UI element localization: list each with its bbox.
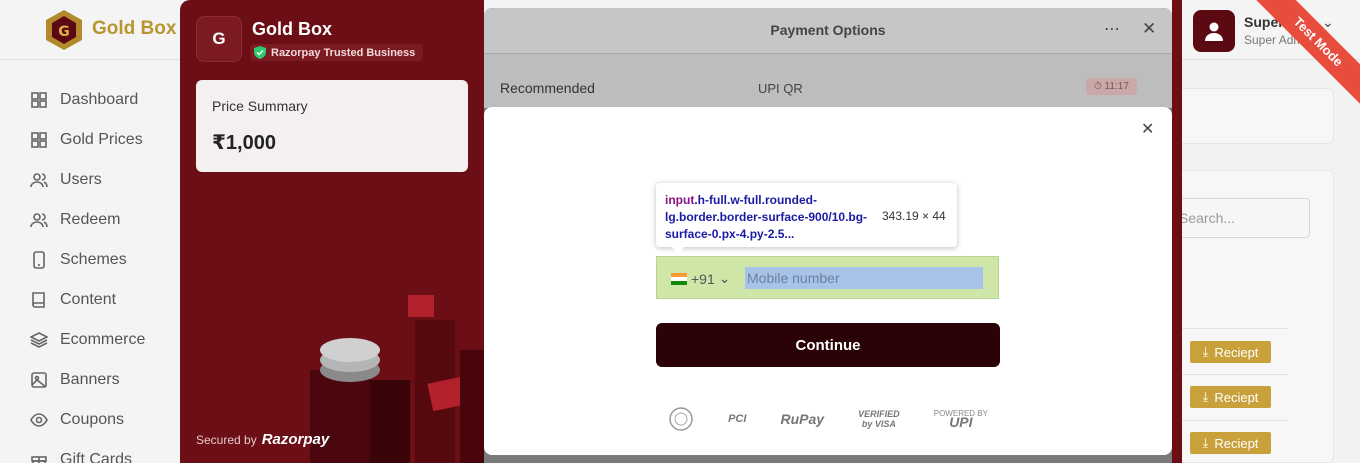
- image-icon: [31, 372, 47, 388]
- receipt-button[interactable]: ⤓ Reciept: [1190, 341, 1271, 363]
- search-input[interactable]: Search...: [1172, 198, 1310, 238]
- sidebar-item-label: Coupons: [60, 411, 125, 428]
- users-icon: [30, 173, 48, 188]
- phone-icon: [33, 251, 45, 269]
- sidebar-item-schemes[interactable]: Schemes: [30, 248, 127, 272]
- razorpay-summary-panel: G Gold Box Razorpay Trusted Business Pri…: [180, 0, 484, 463]
- sidebar-item-label: Redeem: [60, 211, 121, 228]
- recommended-label: Recommended: [500, 80, 595, 96]
- sidebar-item-content[interactable]: Content: [30, 288, 116, 312]
- india-flag-icon: [671, 272, 687, 285]
- download-icon: ⤓: [1202, 389, 1209, 404]
- rbi-seal-icon: [669, 407, 693, 431]
- grid-icon: [31, 132, 47, 148]
- payment-options-header: Payment Options ⋯ ✕: [484, 8, 1172, 54]
- sidebar-item-label: Content: [60, 291, 117, 308]
- avatar[interactable]: [1193, 10, 1235, 52]
- continue-button[interactable]: Continue: [656, 323, 1000, 367]
- sidebar-item-label: Gold Prices: [60, 131, 143, 148]
- price-value: ₹1,000: [212, 132, 276, 154]
- tooltip-dimensions: 343.19 × 44: [882, 209, 946, 223]
- sidebar-item-gold-prices[interactable]: Gold Prices: [30, 128, 143, 152]
- merchant-name: Gold Box: [252, 19, 332, 39]
- summary-card: [1172, 88, 1334, 144]
- close-icon[interactable]: ✕: [1141, 119, 1154, 139]
- chevron-down-icon: ⌄: [718, 270, 731, 286]
- sidebar-item-users[interactable]: Users: [30, 168, 102, 192]
- sidebar-item-label: Dashboard: [60, 91, 139, 108]
- layers-icon: [30, 332, 48, 348]
- sidebar-item-banners[interactable]: Banners: [30, 368, 120, 392]
- row-divider: [1172, 328, 1288, 329]
- razorpay-frame-edge: [1172, 0, 1182, 463]
- sidebar: Dashboard Gold Prices Users Redeem Schem…: [0, 60, 180, 463]
- brand-name: Gold Box: [92, 18, 177, 39]
- payment-options-title: Payment Options: [770, 22, 886, 38]
- trust-logos: PCI RuPay VERIFIED by VISA POWERED BY UPI: [668, 404, 988, 434]
- sidebar-item-label: Ecommerce: [60, 331, 146, 348]
- sidebar-item-gift-cards[interactable]: Gift Cards: [30, 448, 132, 463]
- upi-qr-label[interactable]: UPI QR: [758, 81, 803, 96]
- more-options-icon[interactable]: ⋯: [1104, 19, 1120, 39]
- merchant-logo: G: [196, 16, 242, 62]
- sidebar-item-label: Banners: [60, 371, 120, 388]
- receipt-button[interactable]: ⤓ Reciept: [1190, 432, 1271, 454]
- pci-dss-logo: PCI: [728, 413, 747, 425]
- country-code-select[interactable]: +91 ⌄: [671, 270, 730, 287]
- devtools-inspect-tooltip: input.h-full.w-full.rounded-lg.border.bo…: [656, 183, 957, 254]
- eye-icon: [30, 413, 48, 427]
- users-icon: [30, 213, 48, 228]
- download-icon: ⤓: [1202, 344, 1209, 359]
- receipt-button[interactable]: ⤓ Reciept: [1190, 386, 1271, 408]
- mobile-login-modal: ✕ input.h-full.w-full.rounded-lg.border.…: [484, 107, 1172, 455]
- tooltip-selector: input.h-full.w-full.rounded-lg.border.bo…: [665, 193, 868, 241]
- price-summary-label: Price Summary: [212, 98, 308, 114]
- book-icon: [32, 292, 45, 308]
- shield-check-icon: [254, 46, 266, 59]
- row-divider: [1172, 374, 1288, 375]
- svg-text:G: G: [58, 24, 70, 40]
- sidebar-item-coupons[interactable]: Coupons: [30, 408, 124, 432]
- sidebar-item-redeem[interactable]: Redeem: [30, 208, 120, 232]
- close-icon[interactable]: ✕: [1142, 19, 1156, 39]
- sidebar-item-label: Schemes: [60, 251, 127, 268]
- payment-methods-row: Recommended UPI QR ⏱ 11:17: [484, 54, 1172, 108]
- sidebar-item-dashboard[interactable]: Dashboard: [30, 88, 138, 112]
- verified-by-visa-logo: VERIFIED by VISA: [858, 409, 900, 429]
- price-summary-card: Price Summary ₹1,000: [196, 80, 468, 172]
- grid-icon: [31, 92, 47, 108]
- user-icon: [1205, 22, 1223, 41]
- gold-box-logo-icon: G: [46, 10, 82, 50]
- trusted-badge: Razorpay Trusted Business: [250, 44, 424, 61]
- phone-field: +91 ⌄: [656, 256, 999, 299]
- tooltip-arrow: [670, 245, 686, 254]
- sidebar-item-label: Gift Cards: [60, 451, 133, 463]
- razorpay-logo: Razorpay: [261, 431, 330, 448]
- sidebar-item-label: Users: [60, 171, 102, 188]
- download-icon: ⤓: [1202, 435, 1209, 450]
- sidebar-item-ecommerce[interactable]: Ecommerce: [30, 328, 145, 352]
- upi-logo: POWERED BY UPI: [933, 409, 988, 430]
- row-divider: [1172, 420, 1288, 421]
- timer-badge: ⏱ 11:17: [1086, 78, 1137, 95]
- mobile-number-input[interactable]: [745, 267, 983, 289]
- secured-by-razorpay: Secured by Razorpay: [196, 431, 330, 448]
- rupay-logo: RuPay: [780, 411, 825, 427]
- gift-icon: [31, 456, 47, 463]
